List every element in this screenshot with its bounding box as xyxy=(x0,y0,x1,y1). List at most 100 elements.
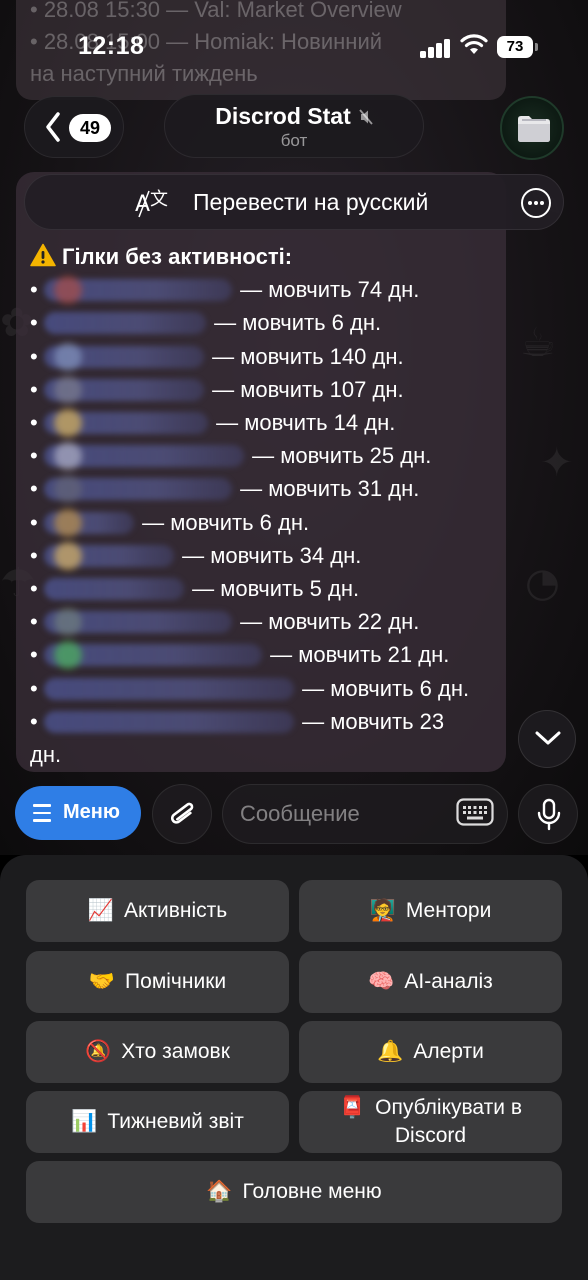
who-silent-button[interactable]: 🔕 Хто замовк xyxy=(26,1021,289,1083)
redacted-thread-name xyxy=(44,677,294,700)
chevron-left-icon xyxy=(46,112,60,142)
silence-text: — мовчить 23 xyxy=(296,708,445,734)
list-item: • — мовчить 23 xyxy=(30,708,445,734)
list-item: • — мовчить 5 дн. xyxy=(30,576,360,602)
translate-icon: A 文 xyxy=(135,189,168,218)
paperclip-icon xyxy=(171,802,194,824)
bot-keyboard-toggle-icon[interactable] xyxy=(456,798,494,826)
attach-button[interactable] xyxy=(152,784,212,844)
list-item: • — мовчить 6 дн. xyxy=(30,675,470,701)
back-button[interactable]: 49 xyxy=(24,96,124,158)
translate-label: Перевести на русский xyxy=(193,189,429,215)
redacted-thread-name xyxy=(44,375,204,404)
alerts-label: Алерти xyxy=(413,1040,484,1063)
status-bar: 12:18 73 xyxy=(0,0,588,90)
silence-text: — мовчить 14 дн. xyxy=(210,410,396,436)
publish-discord-line2: Discord xyxy=(394,1124,467,1147)
silence-text: — мовчить 6 дн. xyxy=(136,509,310,535)
bot-avatar[interactable] xyxy=(500,96,564,160)
silence-text: — мовчить 34 дн. xyxy=(176,542,362,568)
folder-icon xyxy=(518,116,550,142)
list-item: • — мовчить 31 дн. xyxy=(30,475,420,504)
list-item: • — мовчить 21 дн. xyxy=(30,641,450,670)
helpers-button[interactable]: 🤝 Помічники xyxy=(26,951,289,1013)
doodle-icon: ✦ xyxy=(540,440,574,486)
redacted-thread-name xyxy=(44,409,208,438)
silence-text: — мовчить 6 дн. xyxy=(296,675,470,701)
list-item: • — мовчить 25 дн. xyxy=(30,442,432,471)
redacted-thread-name xyxy=(44,641,262,670)
activity-button[interactable]: 📈 Активність xyxy=(26,880,289,942)
battery-indicator: 73 xyxy=(497,36,533,58)
microphone-icon xyxy=(537,798,561,831)
redacted-thread-name xyxy=(44,710,294,733)
chat-title: Discrod Stat xyxy=(215,103,351,129)
weekly-report-label: Тижневий звіт xyxy=(107,1110,244,1133)
chat-title-row: Discrod Stat xyxy=(165,103,423,130)
publish-discord-label: 📮 Опублікувати в Discord xyxy=(339,1094,522,1150)
mute-icon xyxy=(359,109,373,125)
mentors-label: Ментори xyxy=(405,899,492,922)
silence-text: — мовчить 25 дн. xyxy=(246,443,432,469)
list-item: • — мовчить 6 дн. xyxy=(30,310,382,336)
clock: 12:18 xyxy=(78,32,145,60)
chevron-down-icon xyxy=(535,731,561,745)
doodle-icon: ◔ xyxy=(525,560,560,606)
translate-bar[interactable]: A 文 Перевести на русский xyxy=(24,174,564,230)
bell-slash-icon: 🔕 xyxy=(85,1040,112,1063)
silence-text: — мовчить 74 дн. xyxy=(234,277,420,303)
wifi-icon xyxy=(460,34,488,54)
publish-discord-button[interactable]: 📮 Опублікувати в Discord xyxy=(299,1091,562,1153)
svg-text:文: 文 xyxy=(150,189,168,210)
doodle-icon: ☕ xyxy=(520,320,556,366)
redacted-thread-name xyxy=(44,342,204,371)
brain-icon: 🧠 xyxy=(368,970,395,993)
menu-icon xyxy=(33,804,51,827)
main-menu-button[interactable]: 🏠 Головне меню xyxy=(26,1161,562,1223)
silence-text-continuation: дн. xyxy=(30,742,62,768)
bot-menu-button[interactable]: Меню xyxy=(15,786,141,840)
activity-label: Активність xyxy=(123,899,228,922)
mentors-button[interactable]: 🧑‍🏫 Ментори xyxy=(299,880,562,942)
redacted-thread-name xyxy=(44,578,184,601)
more-options-button[interactable] xyxy=(521,188,551,218)
list-item: • — мовчить 6 дн. xyxy=(30,508,310,537)
redacted-thread-name xyxy=(44,608,232,637)
list-item: • — мовчить 140 дн. xyxy=(30,342,404,371)
ai-analysis-label: AI-аналіз xyxy=(404,970,493,993)
handshake-icon: 🤝 xyxy=(88,970,116,993)
list-item: • — мовчить 22 дн. xyxy=(30,608,420,637)
silence-text: — мовчить 21 дн. xyxy=(264,642,450,668)
chat-subtitle: бот xyxy=(280,131,308,150)
battery-tip xyxy=(535,43,538,51)
chart-increasing-icon: 📈 xyxy=(87,899,114,922)
menu-label: Меню xyxy=(63,801,120,823)
chat-title-bar[interactable]: Discrod Stat бот xyxy=(164,94,424,158)
house-icon: 🏠 xyxy=(206,1180,233,1203)
publish-discord-line1: Опублікувати в xyxy=(375,1096,522,1119)
redacted-thread-name xyxy=(44,541,174,570)
redacted-thread-name xyxy=(44,475,232,504)
redacted-thread-name xyxy=(44,508,134,537)
message-heading: Гілки без активності: xyxy=(30,240,500,273)
teacher-icon: 🧑‍🏫 xyxy=(369,899,396,922)
helpers-label: Помічники xyxy=(125,970,227,993)
message-heading-text: Гілки без активності: xyxy=(62,244,293,269)
alerts-button[interactable]: 🔔 Алерти xyxy=(299,1021,562,1083)
redacted-thread-name xyxy=(44,276,232,305)
list-item: • — мовчить 107 дн. xyxy=(30,375,404,404)
scroll-to-bottom-button[interactable] xyxy=(518,710,576,768)
who-silent-label: Хто замовк xyxy=(121,1040,230,1063)
silence-text: — мовчить 5 дн. xyxy=(186,576,360,602)
warning-icon xyxy=(30,243,56,267)
bell-icon: 🔔 xyxy=(377,1040,404,1063)
ai-analysis-button[interactable]: 🧠 AI-аналіз xyxy=(299,951,562,1013)
weekly-report-button[interactable]: 📊 Тижневий звіт xyxy=(26,1091,289,1153)
silence-text: — мовчить 6 дн. xyxy=(208,310,382,336)
microphone-button[interactable] xyxy=(518,784,578,844)
message-text: Гілки без активності: • — мовчить 74 дн.… xyxy=(30,240,500,771)
silence-text: — мовчить 107 дн. xyxy=(206,376,404,402)
list-item: • — мовчить 34 дн. xyxy=(30,541,362,570)
silence-text: — мовчить 31 дн. xyxy=(234,476,420,502)
cellular-signal-icon xyxy=(420,38,452,58)
